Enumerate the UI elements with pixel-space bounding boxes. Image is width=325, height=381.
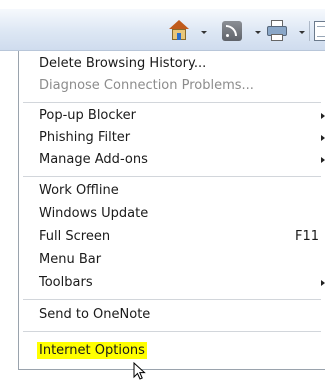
menu-separator <box>23 331 321 332</box>
menu-item-diagnose-connection-problems: Diagnose Connection Problems... <box>19 75 325 99</box>
menu-item-label: Internet Options <box>37 342 147 359</box>
page-icon[interactable] <box>312 20 325 42</box>
submenu-arrow-icon <box>321 113 325 119</box>
rss-feed-icon[interactable] <box>222 21 242 41</box>
printer-icon[interactable] <box>266 20 288 42</box>
menu-item-full-screen[interactable]: Full Screen F11 <box>19 226 325 250</box>
menu-item-label: Toolbars <box>39 275 93 290</box>
print-dropdown-arrow[interactable] <box>299 31 305 34</box>
menu-separator <box>23 176 321 177</box>
menu-item-work-offline[interactable]: Work Offline <box>19 180 325 204</box>
menu-item-label: Menu Bar <box>39 252 102 267</box>
menu-item-send-to-onenote[interactable]: Send to OneNote <box>19 304 325 328</box>
menu-item-label: Full Screen <box>39 229 111 244</box>
menu-item-label: Delete Browsing History... <box>39 56 207 71</box>
menu-item-manage-add-ons[interactable]: Manage Add-ons <box>19 149 325 173</box>
feeds-dropdown-arrow[interactable] <box>255 31 261 34</box>
menu-item-delete-browsing-history[interactable]: Delete Browsing History... <box>19 53 325 77</box>
command-bar <box>0 9 325 51</box>
menu-separator <box>23 299 321 300</box>
menu-item-menu-bar[interactable]: Menu Bar <box>19 249 325 273</box>
toolbar-separator <box>309 21 310 41</box>
submenu-arrow-icon <box>321 157 325 163</box>
menu-item-internet-options[interactable]: Internet Options <box>19 340 325 364</box>
menu-item-popup-blocker[interactable]: Pop-up Blocker <box>19 105 325 129</box>
tools-menu: Delete Browsing History... Diagnose Conn… <box>18 51 325 370</box>
shortcut-label: F11 <box>294 229 319 244</box>
menu-item-label: Manage Add-ons <box>39 152 148 167</box>
menu-item-toolbars[interactable]: Toolbars <box>19 272 325 296</box>
menu-item-windows-update[interactable]: Windows Update <box>19 203 325 227</box>
submenu-arrow-icon <box>321 280 325 286</box>
home-dropdown-arrow[interactable] <box>201 31 207 34</box>
menu-item-label: Pop-up Blocker <box>39 108 136 123</box>
menu-separator <box>23 102 321 103</box>
menu-item-label: Windows Update <box>39 206 149 221</box>
menu-item-label: Send to OneNote <box>39 307 151 322</box>
menu-item-label: Work Offline <box>39 183 119 198</box>
menu-item-label: Diagnose Connection Problems... <box>39 78 254 93</box>
menu-item-label: Phishing Filter <box>39 130 131 145</box>
mouse-pointer-icon <box>133 362 146 380</box>
home-icon[interactable] <box>168 20 190 42</box>
menu-item-phishing-filter[interactable]: Phishing Filter <box>19 127 325 151</box>
submenu-arrow-icon <box>321 135 325 141</box>
